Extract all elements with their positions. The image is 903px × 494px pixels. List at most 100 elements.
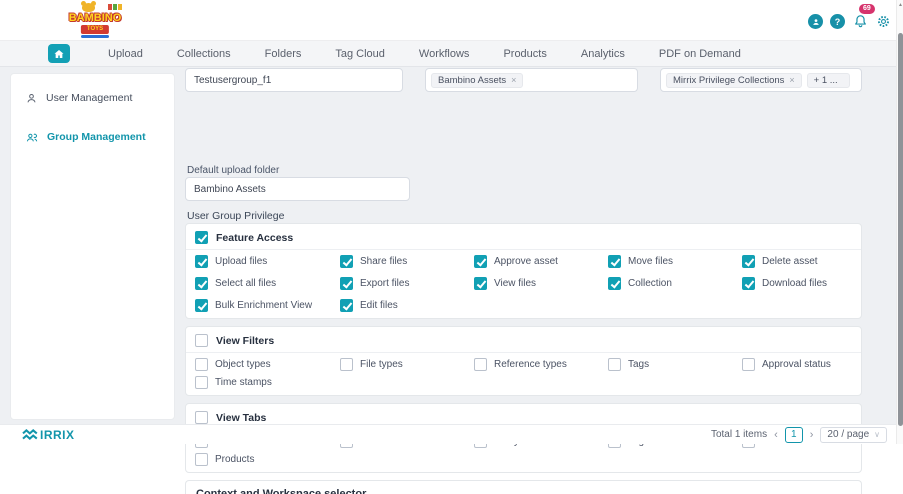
chip-remove-icon[interactable]: × [511,75,516,85]
checkbox-item[interactable]: Select all files [195,277,340,290]
collections-select[interactable]: Mirrix Privilege Collections × + 1 ... [660,68,862,92]
user-icon [27,93,36,102]
assets-select[interactable]: Bambino Assets × [425,68,638,92]
checkbox-item[interactable]: Delete asset [742,255,852,268]
checkbox-box[interactable] [474,255,487,268]
nav-item[interactable]: PDF on Demand [659,48,741,60]
checkbox-item[interactable]: Export files [340,277,474,290]
top-bar: BAMBINO TOYS ? 69 [0,0,903,40]
checkbox-label: Time stamps [215,377,272,388]
section-header[interactable]: View Filters [186,327,861,353]
home-icon[interactable] [48,44,70,63]
group-icon [26,133,38,141]
checkbox-item[interactable]: View files [474,277,608,290]
nav-item[interactable]: Workflows [419,48,470,60]
checkbox-box[interactable] [340,299,353,312]
next-page-icon[interactable]: › [810,429,814,441]
checkbox-box[interactable] [608,277,621,290]
checkbox-box[interactable] [195,231,208,244]
vertical-scrollbar[interactable]: ▲ [896,0,903,444]
scroll-up-icon[interactable]: ▲ [897,2,903,8]
nav-item[interactable]: Tag Cloud [335,48,385,60]
checkbox-item[interactable]: Reference types [474,358,608,371]
section-title: Context and Workspace selector [196,488,367,494]
default-upload-folder-input[interactable] [185,177,410,201]
logo-base [81,35,109,38]
checkbox-box[interactable] [608,358,621,371]
checkbox-box[interactable] [195,277,208,290]
checkbox-box[interactable] [742,255,755,268]
checkbox-item[interactable]: Download files [742,277,852,290]
checkbox-label: Share files [360,256,408,267]
checkbox-box[interactable] [742,277,755,290]
checkbox-label: Select all files [215,278,277,289]
brand-text: IRRIX [40,427,75,442]
sidebar-item-group-management[interactable]: Group Management [11,127,174,147]
checkbox-item[interactable]: Share files [340,255,474,268]
checkbox-item[interactable]: Upload files [195,255,340,268]
sidebar-item-label: User Management [46,92,133,104]
checkbox-box[interactable] [195,453,208,466]
footer: IRRIX Total 1 items ‹ 1 › 20 / page ∨ [0,424,903,444]
logo-sub-text: TOYS [80,25,110,34]
chip-label: + 1 ... [813,74,838,86]
checkbox-item[interactable]: File types [340,358,474,371]
checkbox-box[interactable] [340,277,353,290]
checkbox-box[interactable] [340,255,353,268]
scrollbar-thumb[interactable] [898,33,903,426]
privilege-heading: User Group Privilege [187,210,285,222]
checkbox-box[interactable] [742,358,755,371]
settings-gear-icon[interactable] [876,14,891,29]
notifications-bell-icon[interactable]: 69 [852,4,875,30]
current-page-button[interactable]: 1 [784,426,803,443]
checkbox-label: Bulk Enrichment View [215,300,313,311]
pagination: Total 1 items ‹ 1 › 20 / page ∨ [711,426,887,443]
sidebar-item-user-management[interactable]: User Management [11,88,174,108]
checkbox-label: Reference types [494,359,567,370]
checkbox-box[interactable] [195,358,208,371]
nav-item[interactable]: Collections [177,48,231,60]
chip[interactable]: Mirrix Privilege Collections × [666,72,802,88]
checkbox-box[interactable] [340,358,353,371]
checkbox-box[interactable] [195,299,208,312]
checkbox-box[interactable] [608,255,621,268]
checkbox-item[interactable]: Collection [608,277,742,290]
checkbox-item[interactable]: Move files [608,255,742,268]
checkbox-item[interactable]: Approve asset [474,255,608,268]
checkbox-label: Tags [628,359,650,370]
checkbox-item[interactable]: Bulk Enrichment View [195,299,340,312]
user-avatar-icon[interactable] [808,14,823,29]
prev-page-icon[interactable]: ‹ [774,429,778,441]
section-title: Feature Access [216,231,294,244]
chip[interactable]: Bambino Assets × [431,72,524,88]
chip-label: Mirrix Privilege Collections [673,74,785,86]
checkbox-box[interactable] [474,358,487,371]
checkbox-box[interactable] [474,277,487,290]
nav-item[interactable]: Products [503,48,546,60]
nav-item[interactable]: Upload [108,48,143,60]
checkbox-box[interactable] [195,411,208,424]
nav-item[interactable]: Folders [265,48,302,60]
chip[interactable]: + 1 ... [806,72,850,88]
checkbox-item[interactable]: Products [195,453,340,466]
checkbox-label: Download files [762,278,828,289]
checkbox-item[interactable]: Time stamps [195,376,340,389]
checkbox-box[interactable] [195,376,208,389]
checkbox-item[interactable]: Tags [608,358,742,371]
chip-remove-icon[interactable]: × [789,75,794,85]
section-title: View Tabs [216,411,267,424]
checkbox-box[interactable] [195,334,208,347]
section-header[interactable]: Feature Access [186,224,861,250]
help-icon[interactable]: ? [830,14,845,29]
group-name-input[interactable] [185,68,403,92]
checkbox-item[interactable]: Edit files [340,299,474,312]
checkbox-box[interactable] [195,255,208,268]
page-size-select[interactable]: 20 / page ∨ [820,426,887,443]
nav-item[interactable]: Analytics [581,48,625,60]
bambino-logo: BAMBINO TOYS [55,1,135,39]
checkbox-item[interactable]: Approval status [742,358,852,371]
logo-text: BAMBINO [68,12,122,24]
wave-m-icon [22,428,38,440]
checkbox-item[interactable]: Object types [195,358,340,371]
main-nav: Upload Collections Folders Tag Cloud Wor… [0,40,903,67]
